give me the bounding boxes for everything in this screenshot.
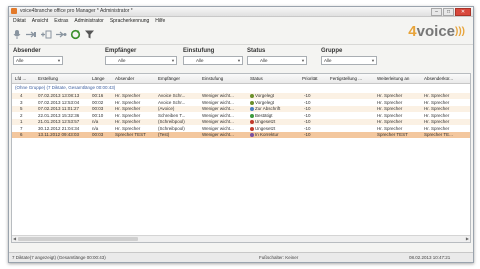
filter-label: Einstufung [183,48,215,54]
status-bar: 7 Diktate(7 angezeigt) (Gesamtlänge 00:0… [9,252,473,262]
absender-select[interactable]: Alle ▼ [13,56,63,65]
menu-diktat[interactable]: Diktat [13,17,26,25]
toolbar [11,26,95,42]
column-header-lfd[interactable]: Lfd ... [15,75,35,83]
status-korrektur-icon [250,133,254,137]
app-icon [11,8,17,14]
voice-logo: 4voice))) [408,23,465,40]
filter-label: Empfänger [105,48,137,54]
einstufung-select[interactable]: Alle ▼ [183,56,243,65]
window-title: voice4branche office pro Manager * Admin… [20,8,133,14]
status-vorgelegt-icon [250,100,254,105]
column-header-empfaenger[interactable]: Empfänger [158,75,198,83]
chevron-down-icon: ▼ [237,58,241,63]
chevron-down-icon: ▼ [171,58,175,63]
menu-spracherkennung[interactable]: Spracherkennung [110,17,149,25]
status-abschrift-icon [250,107,254,111]
table-row[interactable]: 4 07.02.2013 13:08:13 00:16 Hr. Sprecher… [12,93,470,99]
status-bestaetigt-icon [250,113,254,118]
column-header-weiterleitung[interactable]: Weiterleitung an [377,75,421,83]
status-select[interactable]: Alle ▼ [247,56,307,65]
table-row-selected[interactable]: 6 13.11.2012 09:43:03 00:03 Sprecher TES… [12,132,470,138]
column-header-prioritaet[interactable]: Priorität [302,75,328,83]
maximize-button[interactable]: □ [443,8,454,16]
table-header: Lfd ... Erstellung Länge Absender Empfän… [12,74,470,84]
scroll-right-icon[interactable]: ▶ [466,236,469,242]
column-header-status[interactable]: Status [250,75,290,83]
menu-extras[interactable]: Extras [54,17,68,25]
filter-panel: Absender Alle ▼ Empfänger Alle ▼ Einstufun… [9,44,473,75]
status-footswitch: Fußschalter: Keiner [259,255,299,260]
status-datetime: 08.02.2013 10:47:21 [409,255,451,260]
chevron-down-icon: ▼ [371,58,375,63]
forward-icon[interactable] [25,29,37,40]
refresh-icon[interactable] [70,29,81,40]
table-row[interactable]: 2 22.01.2013 15:32:36 00:10 Hr. Sprecher… [12,113,470,119]
filter-einstufung: Einstufung Alle ▼ [183,47,243,65]
chevron-down-icon: ▼ [301,58,305,63]
filter-label: Absender [13,48,41,54]
chevron-down-icon: ▼ [57,58,61,63]
table-row[interactable]: 3 07.02.2013 12:53:04 00:02 Hr. Sprecher… [12,100,470,106]
scrollbar-thumb[interactable] [18,237,138,241]
column-header-fertigstellung[interactable]: Fertigstellung ... [330,75,372,83]
close-button[interactable]: ✕ [455,8,471,16]
table-row[interactable]: 1 21.01.2013 12:53:57 n/a Hr. Sprecher (… [12,119,470,125]
status-vorgelegt-icon [250,94,254,98]
column-header-absender[interactable]: Absender [115,75,155,83]
status-ungesetzt-icon [250,126,254,131]
status-ungesetzt-icon [250,120,254,124]
gruppe-select[interactable]: Alle ▼ [321,56,377,65]
menu-hilfe[interactable]: Hilfe [155,17,165,25]
add-icon[interactable] [40,29,52,40]
menu-bar: Diktat Ansicht Extras Administrator Spra… [9,17,473,25]
title-bar: voice4branche office pro Manager * Admin… [9,7,473,17]
group-row[interactable]: (Ohne Gruppe) (7 Diktate, Gesamtlänge 00… [12,84,470,92]
column-header-erstellung[interactable]: Erstellung [38,75,84,83]
table-row[interactable]: 7 30.12.2012 21:04:34 n/a Hr. Sprecher (… [12,126,470,132]
table-row[interactable]: 5 07.02.2013 11:01:27 00:03 Hr. Sprecher… [12,106,470,112]
column-header-einstufung[interactable]: Einstufung [202,75,242,83]
dictation-table: Lfd ... Erstellung Länge Absender Empfän… [11,73,471,243]
mic-icon[interactable] [11,29,22,40]
merge-icon[interactable] [55,29,67,40]
status-count: 7 Diktate(7 angezeigt) (Gesamtlänge 00:0… [12,255,106,260]
minimize-button[interactable]: – [431,8,442,16]
filter-empfaenger: Empfänger Alle ▼ [105,47,177,65]
filter-label: Status [247,48,266,54]
filter-status: Status Alle ▼ [247,47,307,65]
filter-gruppe: Gruppe Alle ▼ [321,47,377,65]
filter-icon[interactable] [84,29,95,40]
empfaenger-select[interactable]: Alle ▼ [105,56,177,65]
menu-ansicht[interactable]: Ansicht [32,17,48,25]
column-header-absenderkuerzel[interactable]: Absenderkür... [424,75,468,83]
menu-administrator[interactable]: Administrator [74,17,103,25]
application-window: voice4branche office pro Manager * Admin… [8,6,474,263]
scroll-left-icon[interactable]: ◀ [13,236,16,242]
column-header-laenge[interactable]: Länge [92,75,112,83]
horizontal-scrollbar[interactable]: ◀ ▶ [12,235,470,242]
filter-absender: Absender Alle ▼ [13,47,63,65]
filter-label: Gruppe [321,48,343,54]
